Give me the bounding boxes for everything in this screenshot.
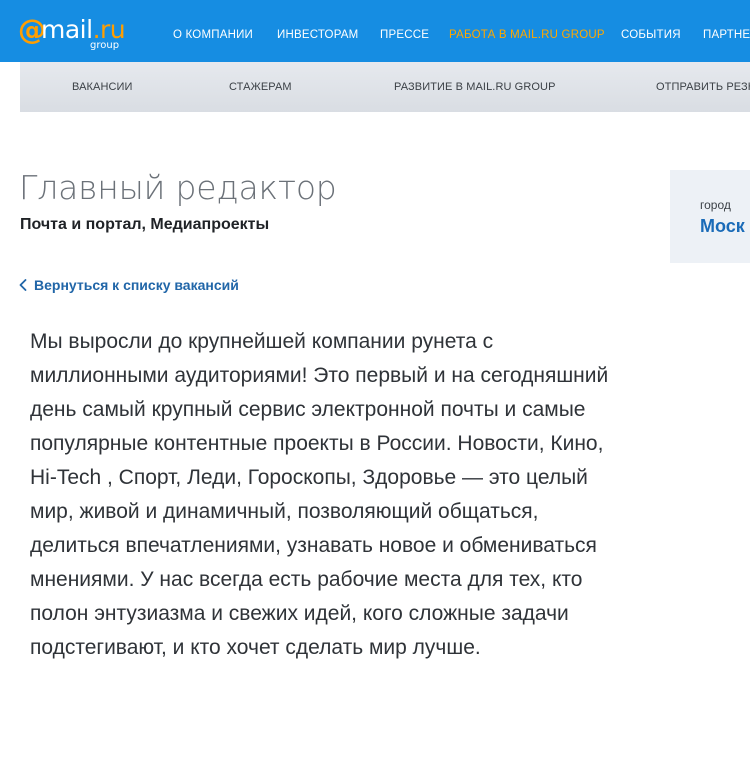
top-header: @ mail.ru group О КОМПАНИИ ИНВЕСТОРАМ ПР… — [0, 0, 750, 62]
page-title: Главный редактор — [19, 168, 337, 207]
back-to-vacancies-link[interactable]: Вернуться к списку вакансий — [19, 277, 239, 293]
nav-item-investors[interactable]: ИНВЕСТОРАМ — [277, 29, 358, 41]
job-description: Мы выросли до крупнейшей компании рунета… — [30, 330, 609, 659]
sub-nav: ВАКАНСИИ СТАЖЕРАМ РАЗВИТИЕ В MAIL.RU GRO… — [20, 62, 750, 112]
subnav-item-development[interactable]: РАЗВИТИЕ В MAIL.RU GROUP — [394, 81, 556, 93]
subnav-item-send-resume[interactable]: ОТПРАВИТЬ РЕЗЮ — [656, 81, 750, 93]
city-value: Моск — [700, 216, 745, 236]
subnav-item-interns[interactable]: СТАЖЕРАМ — [229, 81, 292, 93]
nav-item-events[interactable]: СОБЫТИЯ — [621, 29, 681, 41]
city-label: город — [700, 198, 731, 212]
job-department: Почта и портал, Медиапроекты — [20, 216, 270, 233]
nav-item-partners[interactable]: ПАРТНЕР — [703, 29, 750, 41]
nav-item-careers[interactable]: РАБОТА В MAIL.RU GROUP — [449, 29, 605, 41]
city-selector[interactable]: город Моск — [670, 170, 750, 263]
nav-item-press[interactable]: ПРЕССЕ — [380, 29, 429, 41]
nav-item-about[interactable]: О КОМПАНИИ — [173, 29, 253, 41]
subnav-item-vacancies[interactable]: ВАКАНСИИ — [72, 81, 133, 93]
main-nav: О КОМПАНИИ ИНВЕСТОРАМ ПРЕССЕ РАБОТА В MA… — [0, 0, 750, 62]
back-link-label: Вернуться к списку вакансий — [34, 277, 239, 293]
chevron-left-icon — [19, 279, 27, 291]
